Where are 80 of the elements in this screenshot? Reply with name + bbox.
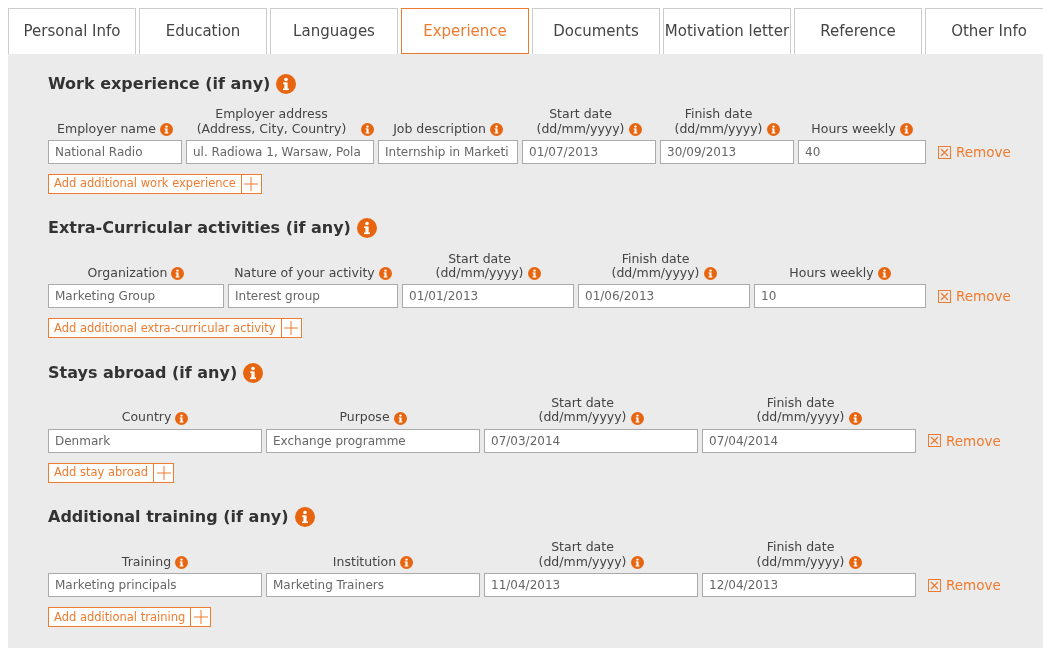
input-field[interactable]: Marketing Trainers	[266, 573, 480, 598]
input-field[interactable]: National Radio	[48, 140, 182, 164]
column-label: Institution	[332, 554, 397, 570]
column-label: Training	[121, 554, 172, 570]
info-icon[interactable]	[703, 267, 717, 281]
column-label: Start date (dd/mm/yyyy)	[538, 396, 627, 425]
info-icon[interactable]	[171, 267, 185, 281]
column-label: Employer address (Address, City, Country)	[195, 107, 348, 136]
close-icon	[928, 578, 941, 592]
info-icon[interactable]	[630, 556, 644, 570]
info-icon[interactable]	[243, 362, 264, 383]
tab[interactable]: Personal Info	[8, 8, 136, 54]
info-icon[interactable]	[175, 411, 189, 425]
info-icon[interactable]	[400, 556, 414, 570]
tab[interactable]: Reference	[794, 8, 922, 54]
input-field[interactable]: 07/04/2014	[702, 428, 916, 453]
info-icon[interactable]	[294, 507, 315, 528]
input-field[interactable]: 01/01/2013	[402, 284, 574, 309]
column-label: Nature of your activity	[234, 266, 375, 281]
section-title: Extra-Curricular activities (if any)	[48, 217, 351, 240]
column-label: Finish date (dd/mm/yyyy)	[756, 540, 845, 570]
info-icon[interactable]	[766, 123, 780, 136]
info-icon[interactable]	[393, 411, 407, 425]
close-icon	[938, 145, 951, 159]
plus-icon	[193, 610, 208, 625]
info-icon[interactable]	[527, 267, 541, 281]
tab[interactable]: Other Info	[925, 8, 1043, 54]
info-icon[interactable]	[628, 123, 642, 136]
info-icon[interactable]	[848, 556, 862, 570]
info-icon[interactable]	[630, 411, 644, 425]
column-label: Employer name	[57, 121, 156, 136]
input-field[interactable]: 12/04/2013	[702, 573, 916, 598]
input-field[interactable]: 40	[798, 140, 926, 164]
column-label: Start date (dd/mm/yyyy)	[538, 540, 627, 570]
plus-icon	[284, 321, 298, 336]
input-field[interactable]: 07/03/2014	[484, 428, 698, 453]
info-icon[interactable]	[877, 267, 891, 281]
input-field[interactable]: 11/04/2013	[484, 573, 698, 598]
info-icon[interactable]	[356, 218, 377, 239]
info-icon[interactable]	[899, 123, 913, 136]
info-icon[interactable]	[276, 74, 297, 94]
input-field[interactable]: Denmark	[48, 428, 262, 453]
input-field[interactable]: Internship in Marketi	[378, 140, 518, 164]
tab[interactable]: Documents	[532, 8, 660, 54]
column-label: Purpose	[339, 410, 390, 425]
section-title: Work experience (if any)	[48, 73, 271, 95]
input-field[interactable]: Marketing Group	[48, 284, 224, 309]
column-label: Start date (dd/mm/yyyy)	[536, 107, 625, 136]
tab[interactable]: Languages	[270, 8, 398, 54]
column-label: Country	[121, 410, 172, 425]
section-title: Stays abroad (if any)	[48, 361, 238, 384]
info-icon[interactable]	[848, 411, 862, 425]
plus-icon	[244, 177, 259, 191]
column-label: Job description	[393, 121, 486, 136]
tab[interactable]: Education	[139, 8, 267, 54]
info-icon[interactable]	[159, 123, 173, 136]
close-icon	[928, 434, 941, 448]
info-icon[interactable]	[361, 123, 374, 136]
info-icon[interactable]	[489, 123, 503, 136]
column-label: Finish date (dd/mm/yyyy)	[756, 396, 845, 425]
info-icon[interactable]	[378, 267, 392, 281]
input-field[interactable]: 01/06/2013	[578, 284, 750, 309]
column-label: Hours weekly	[811, 121, 896, 136]
info-icon[interactable]	[175, 556, 189, 570]
input-field[interactable]: 01/07/2013	[522, 140, 656, 164]
input-field[interactable]: 30/09/2013	[660, 140, 794, 164]
input-field[interactable]: 10	[754, 284, 926, 309]
column-label: Organization	[87, 266, 168, 281]
input-field[interactable]: Interest group	[228, 284, 398, 309]
column-label: Hours weekly	[789, 266, 874, 281]
column-label: Start date (dd/mm/yyyy)	[435, 251, 524, 281]
input-field[interactable]: ul. Radiowa 1, Warsaw, Pola	[186, 140, 374, 164]
input-field[interactable]: Marketing principals	[48, 573, 262, 598]
close-icon	[938, 289, 951, 303]
plus-icon	[156, 465, 171, 480]
column-label: Finish date (dd/mm/yyyy)	[674, 107, 763, 136]
section-title: Additional training (if any)	[48, 506, 289, 529]
input-field[interactable]: Exchange programme	[266, 428, 480, 453]
tab[interactable]: Motivation letter	[663, 8, 791, 54]
column-label: Finish date (dd/mm/yyyy)	[611, 251, 700, 281]
